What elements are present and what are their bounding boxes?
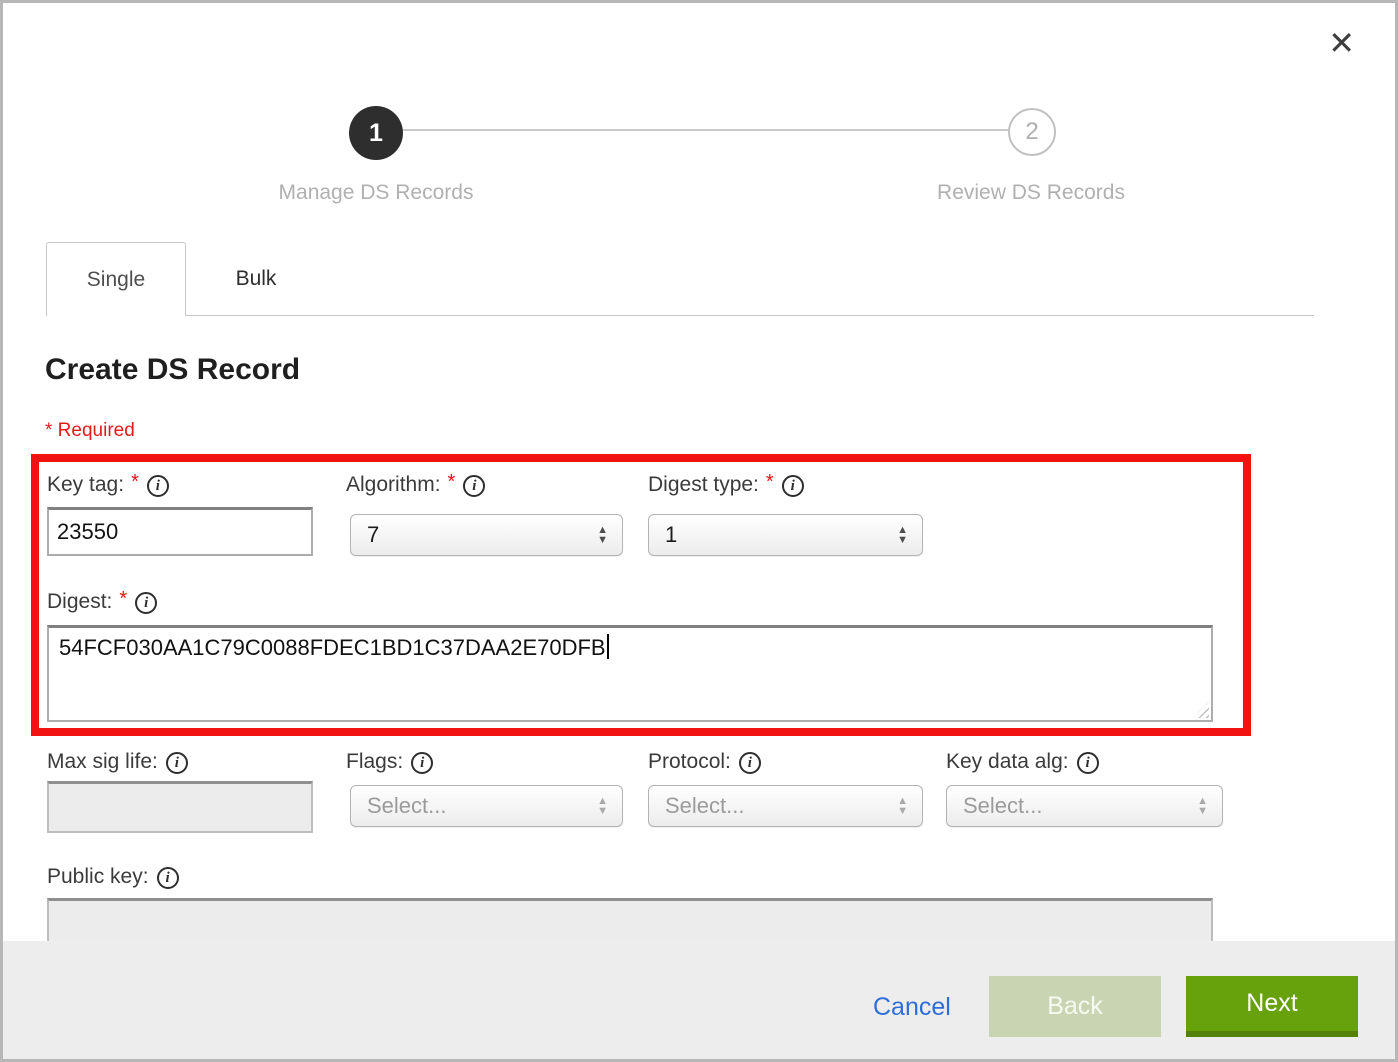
next-button[interactable]: Next bbox=[1186, 976, 1358, 1037]
flags-label-text: Flags: bbox=[346, 750, 403, 774]
public-key-label: Public key: i bbox=[47, 863, 179, 891]
flags-label: Flags: i bbox=[346, 748, 433, 776]
info-icon[interactable]: i bbox=[739, 752, 761, 774]
info-icon[interactable]: i bbox=[157, 867, 179, 889]
info-icon[interactable]: i bbox=[782, 475, 804, 497]
info-icon[interactable]: i bbox=[147, 475, 169, 497]
digest-label: Digest: * i bbox=[47, 588, 157, 616]
key-data-alg-label-text: Key data alg: bbox=[946, 750, 1069, 774]
flags-select-value: Select... bbox=[367, 793, 446, 819]
key-data-alg-select-value: Select... bbox=[963, 793, 1042, 819]
digest-label-text: Digest: bbox=[47, 590, 112, 614]
digest-textarea[interactable]: 54FCF030AA1C79C0088FDEC1BD1C37DAA2E70DFB bbox=[47, 625, 1213, 722]
digest-value: 54FCF030AA1C79C0088FDEC1BD1C37DAA2E70DFB bbox=[59, 635, 606, 660]
step-2-circle: 2 bbox=[1008, 108, 1056, 156]
protocol-label-text: Protocol: bbox=[648, 750, 731, 774]
public-key-label-text: Public key: bbox=[47, 865, 149, 889]
digest-type-select[interactable]: 1 ▲▼ bbox=[648, 514, 923, 556]
flags-select[interactable]: Select... ▲▼ bbox=[350, 785, 623, 827]
required-asterisk: * bbox=[766, 471, 774, 494]
key-tag-label-text: Key tag: bbox=[47, 473, 124, 497]
tabs-underline bbox=[185, 315, 1314, 316]
step-2-label: Review DS Records bbox=[901, 181, 1161, 205]
protocol-label: Protocol: i bbox=[648, 748, 761, 776]
required-asterisk: * bbox=[131, 471, 139, 494]
max-sig-life-label: Max sig life: i bbox=[47, 748, 188, 776]
digest-type-select-value: 1 bbox=[665, 522, 677, 548]
max-sig-life-label-text: Max sig life: bbox=[47, 750, 158, 774]
select-stepper-arrows-icon: ▲▼ bbox=[597, 525, 608, 545]
info-icon[interactable]: i bbox=[463, 475, 485, 497]
algorithm-select-value: 7 bbox=[367, 522, 379, 548]
back-button: Back bbox=[989, 976, 1161, 1037]
algorithm-select[interactable]: 7 ▲▼ bbox=[350, 514, 623, 556]
key-tag-label: Key tag: * i bbox=[47, 471, 169, 499]
key-data-alg-select[interactable]: Select... ▲▼ bbox=[946, 785, 1223, 827]
info-icon[interactable]: i bbox=[135, 592, 157, 614]
select-stepper-arrows-icon: ▲▼ bbox=[1197, 796, 1208, 816]
select-stepper-arrows-icon: ▲▼ bbox=[897, 525, 908, 545]
close-icon[interactable]: ✕ bbox=[1328, 27, 1355, 59]
select-stepper-arrows-icon: ▲▼ bbox=[897, 796, 908, 816]
protocol-select-value: Select... bbox=[665, 793, 744, 819]
max-sig-life-input bbox=[47, 781, 313, 833]
required-asterisk: * bbox=[448, 471, 456, 494]
page-title: Create DS Record bbox=[45, 353, 300, 387]
key-data-alg-label: Key data alg: i bbox=[946, 748, 1099, 776]
create-ds-record-dialog: ✕ 1 2 Manage DS Records Review DS Record… bbox=[0, 0, 1398, 1062]
resize-grip-icon[interactable] bbox=[1193, 702, 1209, 718]
select-stepper-arrows-icon: ▲▼ bbox=[597, 796, 608, 816]
required-note: * Required bbox=[45, 420, 135, 442]
tab-single[interactable]: Single bbox=[46, 242, 186, 316]
cancel-button[interactable]: Cancel bbox=[873, 993, 951, 1022]
step-1-label: Manage DS Records bbox=[246, 181, 506, 205]
required-asterisk: * bbox=[119, 588, 127, 611]
algorithm-label: Algorithm: * i bbox=[346, 471, 485, 499]
key-tag-input[interactable] bbox=[47, 507, 313, 556]
algorithm-label-text: Algorithm: bbox=[346, 473, 441, 497]
step-1-circle: 1 bbox=[349, 106, 403, 160]
protocol-select[interactable]: Select... ▲▼ bbox=[648, 785, 923, 827]
text-cursor bbox=[607, 634, 609, 659]
stepper-connector-line bbox=[403, 129, 1009, 131]
public-key-textarea bbox=[47, 898, 1213, 941]
info-icon[interactable]: i bbox=[1077, 752, 1099, 774]
info-icon[interactable]: i bbox=[166, 752, 188, 774]
info-icon[interactable]: i bbox=[411, 752, 433, 774]
tab-bulk[interactable]: Bulk bbox=[186, 242, 326, 316]
digest-type-label-text: Digest type: bbox=[648, 473, 759, 497]
dialog-footer: Cancel Back Next bbox=[3, 941, 1395, 1062]
digest-type-label: Digest type: * i bbox=[648, 471, 804, 499]
